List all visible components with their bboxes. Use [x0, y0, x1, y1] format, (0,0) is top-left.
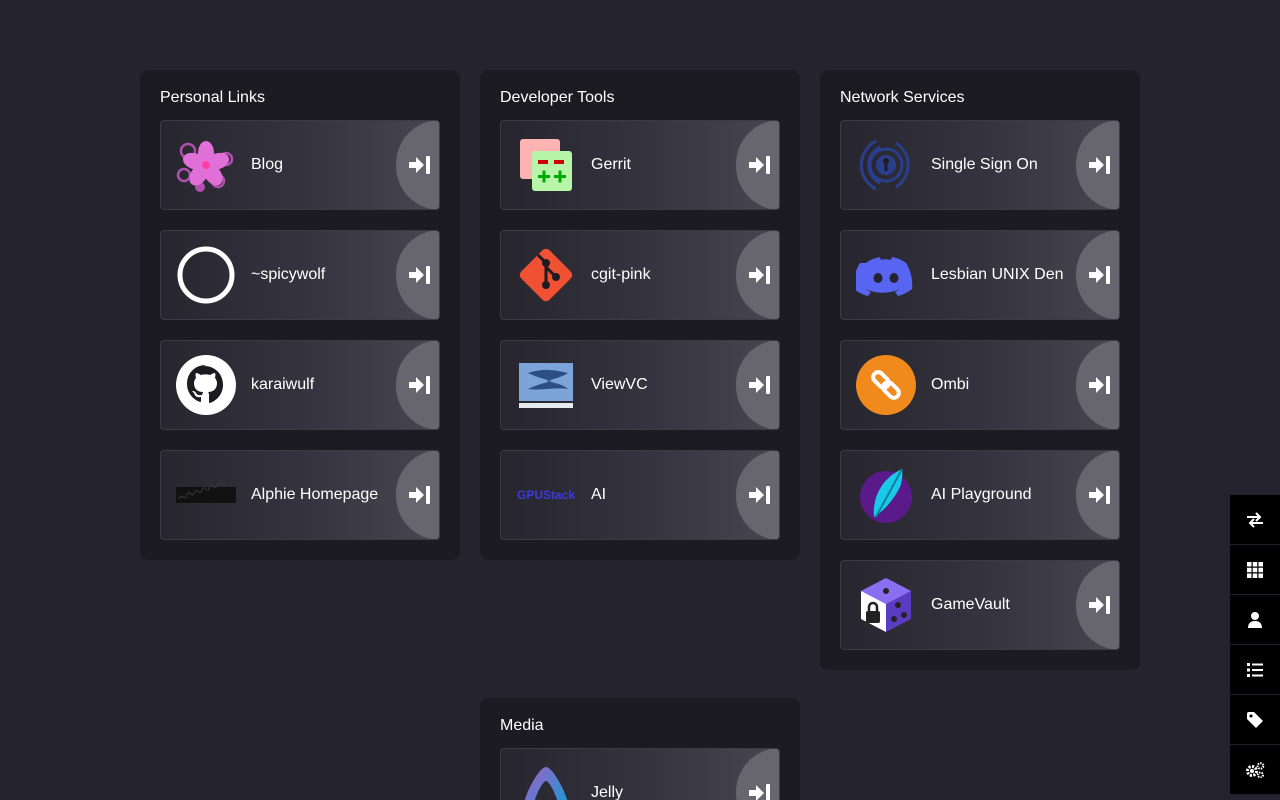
sign-in-arrow-icon	[749, 376, 770, 394]
group-network-services: Network Services Single Sign On Lesbian …	[820, 70, 1140, 670]
sign-in-arrow-icon	[1089, 486, 1110, 504]
launch-button[interactable]	[396, 451, 439, 539]
launch-button[interactable]	[736, 341, 779, 429]
service-label: Single Sign On	[931, 156, 1038, 173]
swap-arrows-icon	[1247, 511, 1263, 528]
sign-in-arrow-icon	[1089, 156, 1110, 174]
sign-in-arrow-icon	[1089, 596, 1110, 614]
launch-button[interactable]	[736, 121, 779, 209]
launch-button[interactable]	[1076, 231, 1119, 319]
sidebar-button-list[interactable]	[1230, 645, 1280, 695]
group-title: Media	[500, 717, 544, 734]
launch-button[interactable]	[1076, 121, 1119, 209]
group-media: Media Jelly	[480, 698, 800, 800]
service-label: Blog	[251, 156, 284, 173]
subversion-icon	[516, 355, 576, 415]
service-label: AI Playground	[931, 486, 1032, 503]
sign-in-arrow-icon	[749, 486, 770, 504]
gpustack-icon: GPUStack	[516, 465, 576, 525]
sign-in-arrow-icon	[749, 784, 770, 800]
launch-button[interactable]	[396, 121, 439, 209]
sign-in-arrow-icon	[409, 376, 430, 394]
service-card-ombi[interactable]: Ombi	[840, 340, 1120, 430]
tag-icon	[1247, 711, 1263, 728]
sign-in-arrow-icon	[409, 266, 430, 284]
locked-dice-icon	[856, 575, 916, 635]
user-icon	[1248, 611, 1262, 628]
service-card-gerrit[interactable]: Gerrit	[500, 120, 780, 210]
sidebar-button-grid[interactable]	[1230, 545, 1280, 595]
jellyfin-icon	[516, 763, 576, 800]
grid-icon	[1247, 561, 1263, 578]
service-label: Gerrit	[591, 156, 631, 173]
gears-icon	[1246, 761, 1265, 778]
launch-button[interactable]	[1076, 341, 1119, 429]
service-label: Lesbian UNIX Den	[931, 266, 1064, 283]
service-card-cgit-pink[interactable]: cgit-pink	[500, 230, 780, 320]
group-title: Developer Tools	[500, 89, 615, 106]
sso-keyhole-icon	[856, 135, 916, 195]
service-label: cgit-pink	[591, 266, 651, 283]
sign-in-arrow-icon	[1089, 266, 1110, 284]
group-personal-links: Personal Links Blog ~spicywolf karaiwulf…	[140, 70, 460, 560]
service-card-ai[interactable]: GPUStack AI	[500, 450, 780, 540]
launch-button[interactable]	[736, 451, 779, 539]
service-label: Jelly	[591, 784, 624, 800]
service-label: Alphie Homepage	[251, 486, 379, 503]
list-icon	[1247, 662, 1263, 677]
sign-in-arrow-icon	[749, 156, 770, 174]
service-card-lesbian-unix-den[interactable]: Lesbian UNIX Den	[840, 230, 1120, 320]
launch-button[interactable]	[736, 231, 779, 319]
circle-ring-icon	[176, 245, 236, 305]
discord-icon	[856, 245, 916, 305]
sign-in-arrow-icon	[409, 156, 430, 174]
sign-in-arrow-icon	[749, 266, 770, 284]
service-label: GameVault	[931, 596, 1010, 613]
right-sidebar	[1230, 495, 1280, 795]
launch-button[interactable]	[396, 341, 439, 429]
service-label: Ombi	[931, 376, 970, 393]
service-card-jelly[interactable]: Jelly	[500, 748, 780, 800]
service-label: AI	[591, 486, 607, 503]
service-label: karaiwulf	[251, 376, 315, 393]
feather-icon	[856, 465, 916, 525]
launch-button[interactable]	[736, 749, 779, 800]
sidebar-button-switch[interactable]	[1230, 495, 1280, 545]
launch-button[interactable]	[396, 231, 439, 319]
launch-button[interactable]	[1076, 451, 1119, 539]
service-card-spicywolf[interactable]: ~spicywolf	[160, 230, 440, 320]
cherry-blossom-icon	[176, 135, 236, 195]
service-card-karaiwulf[interactable]: karaiwulf	[160, 340, 440, 430]
service-card-ai-playground[interactable]: AI Playground	[840, 450, 1120, 540]
git-icon	[516, 245, 576, 305]
sign-in-arrow-icon	[1089, 376, 1110, 394]
service-card-single-sign-on[interactable]: Single Sign On	[840, 120, 1120, 210]
group-developer-tools: Developer Tools Gerrit cgit-pink ViewVC …	[480, 70, 800, 560]
launch-button[interactable]	[1076, 561, 1119, 649]
service-card-alphie-homepage[interactable]: Alphie Homepage	[160, 450, 440, 540]
sidebar-button-tags[interactable]	[1230, 695, 1280, 745]
ombi-link-icon	[856, 355, 916, 415]
gpustack-wordmark: GPUStack	[516, 488, 576, 502]
sidebar-button-user[interactable]	[1230, 595, 1280, 645]
service-label: ViewVC	[591, 376, 648, 393]
service-card-gamevault[interactable]: GameVault	[840, 560, 1120, 650]
group-title: Network Services	[840, 89, 965, 106]
gerrit-icon	[516, 135, 576, 195]
group-title: Personal Links	[160, 89, 265, 106]
sidebar-button-settings[interactable]	[1230, 745, 1280, 795]
service-card-blog[interactable]: Blog	[160, 120, 440, 210]
sign-in-arrow-icon	[409, 486, 430, 504]
service-card-viewvc[interactable]: ViewVC	[500, 340, 780, 430]
github-icon	[176, 355, 236, 415]
alphie-banner-icon	[176, 465, 236, 525]
service-label: ~spicywolf	[251, 266, 326, 283]
